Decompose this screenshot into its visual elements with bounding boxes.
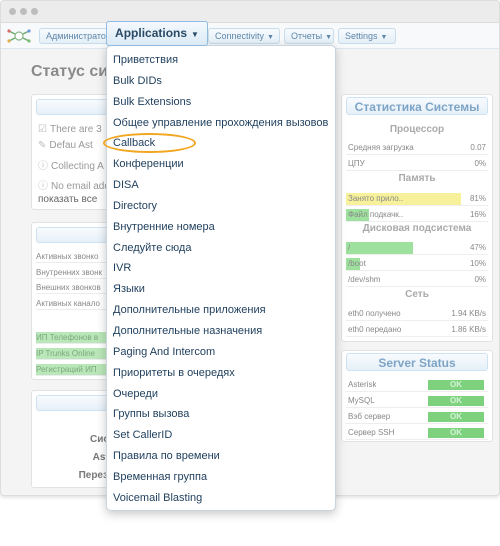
ok-status-badge: OK — [428, 428, 484, 438]
nav-settings-button[interactable]: Settings ▼ — [338, 28, 396, 44]
menu-item[interactable]: Общее управление прохождения вызовов — [107, 113, 335, 134]
menu-item[interactable]: Временная группа — [107, 467, 335, 488]
chevron-down-icon: ▼ — [267, 34, 274, 41]
info-icon: ⓘ — [38, 161, 48, 172]
nav-reports-button[interactable]: Отчеты ▼ — [284, 28, 334, 44]
nav-applications-label: Applications — [115, 26, 188, 40]
menu-item[interactable]: Bulk DIDs — [107, 71, 335, 92]
server-status-row: Сервер SSH OK — [346, 426, 488, 440]
menu-item[interactable]: Voicemail Blasting — [107, 488, 335, 509]
nav-admin-button[interactable]: Администратор — [39, 28, 109, 44]
processor-section-title: Процессор — [389, 124, 445, 135]
nav-connectivity-label: Connectivity — [215, 31, 265, 41]
stat-row: /dev/shm 0% — [346, 273, 488, 287]
server-status-row: Asterisk OK — [346, 378, 488, 392]
warning-icon: ✎ — [38, 140, 47, 151]
menu-item[interactable]: Конференции — [107, 154, 335, 175]
notice-row: ✎ Defau Ast — [38, 140, 93, 151]
menu-item[interactable]: Приоритеты в очередях — [107, 363, 335, 384]
ok-status-badge: OK — [428, 396, 484, 406]
stat-row: ЦПУ 0% — [346, 157, 488, 171]
stat-row: Файл подкачк.. 16% — [346, 208, 488, 222]
server-status-title: Server Status — [346, 353, 488, 371]
chevron-down-icon: ▼ — [191, 30, 199, 39]
show-all-link[interactable]: показать все — [38, 194, 97, 205]
server-status-row: Вэб сервер OK — [346, 410, 488, 424]
menu-item[interactable]: Следуйте сюда — [107, 238, 335, 259]
stat-row: eth0 передано 1.86 KB/s — [346, 323, 488, 337]
menu-item[interactable]: Set CallerID — [107, 425, 335, 446]
menu-item[interactable]: Дополнительные назначения — [107, 321, 335, 342]
system-stats-panel: Статистика Системы Процессор Средняя заг… — [341, 94, 493, 342]
menu-item[interactable]: Приветствия — [107, 50, 335, 71]
nav-applications-button[interactable]: Applications ▼ — [106, 21, 208, 46]
menu-item[interactable]: Языки — [107, 279, 335, 300]
window-zoom-dot[interactable] — [31, 8, 38, 15]
usage-bar — [346, 242, 413, 254]
menu-item[interactable]: Правила по времени — [107, 446, 335, 467]
nav-settings-label: Settings — [345, 31, 378, 41]
stat-row: Занято прило.. 81% — [346, 192, 488, 206]
nav-reports-label: Отчеты — [291, 31, 323, 41]
notice-row: ⓘ Collecting A — [38, 161, 104, 172]
menu-item[interactable]: Группы вызова — [107, 404, 335, 425]
chevron-down-icon: ▼ — [325, 34, 333, 41]
disk-section-title: Дисковая подсистема — [362, 223, 472, 234]
menu-item[interactable]: Paging And Intercom — [107, 342, 335, 363]
nav-connectivity-button[interactable]: Connectivity ▼ — [208, 28, 280, 44]
freepbx-logo-icon[interactable] — [6, 27, 32, 45]
window-close-dot[interactable] — [9, 8, 16, 15]
menu-item[interactable]: Directory — [107, 196, 335, 217]
stat-row: /47% — [346, 241, 488, 255]
menu-item[interactable]: Дополнительные приложения — [107, 300, 335, 321]
menu-item[interactable]: Callback — [107, 133, 335, 154]
info-icon: ⓘ — [38, 181, 48, 192]
network-section-title: Сеть — [405, 289, 429, 300]
menu-item[interactable]: Очереди — [107, 384, 335, 405]
menu-item[interactable]: DISA — [107, 175, 335, 196]
menu-item[interactable]: IVR — [107, 258, 335, 279]
menu-item[interactable]: Bulk Extensions — [107, 92, 335, 113]
nav-admin-label: Администратор — [46, 31, 109, 41]
window-minimize-dot[interactable] — [20, 8, 27, 15]
notice-row: ☑ There are 3 — [38, 124, 102, 135]
applications-dropdown-menu: Приветствия Bulk DIDs Bulk Extensions Общее… — [106, 45, 336, 511]
ok-status-badge: OK — [428, 412, 484, 422]
stat-row: /boot 10% — [346, 257, 488, 271]
window-titlebar — [1, 1, 499, 23]
system-stats-title: Статистика Системы — [346, 97, 488, 115]
menu-item[interactable]: Внутренние номера — [107, 217, 335, 238]
stat-row: eth0 получено 1.94 KB/s — [346, 307, 488, 321]
server-status-panel: Server Status Asterisk OK MySQL OK Вэб сер… — [341, 350, 493, 442]
ok-status-badge: OK — [428, 380, 484, 390]
memory-section-title: Память — [398, 173, 436, 184]
server-status-row: MySQL OK — [346, 394, 488, 408]
stat-row: Средняя загрузка 0.07 — [346, 141, 488, 155]
page-title: Статус сис — [31, 63, 117, 80]
notice-row: ⓘ No email add — [38, 181, 110, 192]
checkbox-icon: ☑ — [38, 124, 47, 135]
chevron-down-icon: ▼ — [380, 34, 388, 41]
